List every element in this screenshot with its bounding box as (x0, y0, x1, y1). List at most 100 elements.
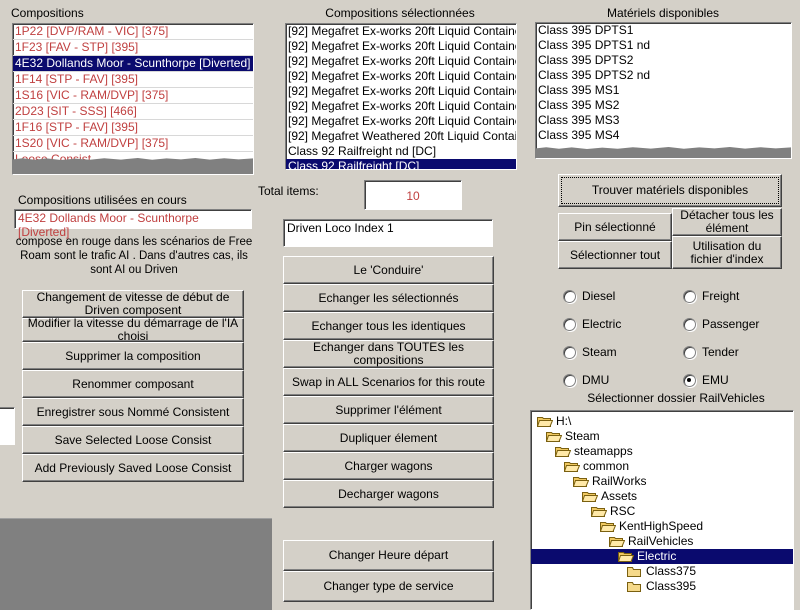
list-item[interactable]: Class 92 Railfreight [DC] (286, 159, 516, 169)
list-item[interactable]: Class 395 MS1 (536, 83, 791, 98)
total-items-value: 10 (406, 189, 420, 203)
radio-dot-icon (683, 345, 696, 359)
list-item[interactable]: 1S16 [VIC - RAM/DVP] [375] (13, 88, 253, 104)
center-schedule-button-0[interactable]: Changer Heure départ (283, 540, 494, 571)
radio-dot-icon (563, 289, 576, 303)
available-materials-listbox[interactable]: Class 395 DPTS1 Class 395 DPTS1 nd Class 3… (535, 22, 792, 159)
tree-node[interactable]: Class375 (531, 564, 793, 579)
compositions-listbox[interactable]: 1P22 [DVP/RAM - VIC] [375] 1F23 [FAV - ST… (12, 23, 254, 175)
center-button-group-secondary: Changer Heure départ Changer type de serv… (283, 540, 494, 602)
list-item[interactable]: 1F16 [STP - FAV] [395] (13, 120, 253, 136)
left-action-button-4[interactable]: Enregistrer sous Nommé Consistent (22, 398, 244, 426)
center-action-button-3[interactable]: Echanger dans TOUTES les compositions (283, 340, 494, 368)
list-item[interactable]: [92] Megafret Ex-works 20ft Liquid Conta… (286, 54, 516, 69)
folder-closed-icon (627, 565, 643, 578)
total-items-label: Total items: (258, 184, 319, 198)
list-item[interactable]: Class 395 MS3 (536, 113, 791, 128)
center-action-button-5[interactable]: Supprimer l'élément (283, 396, 494, 424)
radio-dmu[interactable]: DMU (563, 366, 683, 394)
center-action-button-4[interactable]: Swap in ALL Scenarios for this route (283, 368, 494, 396)
center-action-button-6[interactable]: Dupliquer élement (283, 424, 494, 452)
radio-electric[interactable]: Electric (563, 310, 683, 338)
list-item[interactable]: 1P22 [DVP/RAM - VIC] [375] (13, 24, 253, 40)
total-items-field: 10 (364, 180, 462, 210)
tree-node[interactable]: H:\ (531, 414, 793, 429)
available-materials-label: Matériels disponibles (606, 6, 720, 20)
tree-node[interactable]: RailWorks (531, 474, 793, 489)
find-available-materials-button[interactable]: Trouver matériels disponibles (558, 174, 782, 207)
tree-node-label: Steam (565, 429, 600, 443)
tree-node[interactable]: RailVehicles (531, 534, 793, 549)
left-action-button-5[interactable]: Save Selected Loose Consist (22, 426, 244, 454)
driven-loco-index-field[interactable]: Driven Loco Index 1 (283, 219, 493, 247)
list-item[interactable]: [92] Megafret Ex-works 20ft Liquid Conta… (286, 84, 516, 99)
list-item[interactable]: [92] Megafret Ex-works 20ft Liquid Conta… (286, 24, 516, 39)
left-action-button-0[interactable]: Changement de vitesse de début de Driven… (22, 290, 244, 318)
tree-node[interactable]: KentHighSpeed (531, 519, 793, 534)
radio-freight[interactable]: Freight (683, 282, 800, 310)
used-compositions-label: Compositions utilisées en cours (18, 193, 187, 207)
pin-selected-button[interactable]: Pin sélectionné (558, 213, 672, 241)
list-item[interactable]: [92] Megafret Ex-works 20ft Liquid Conta… (286, 99, 516, 114)
center-action-button-8[interactable]: Decharger wagons (283, 480, 494, 508)
list-item[interactable]: Class 395 MS4 (536, 128, 791, 143)
radio-label: Tender (702, 345, 739, 359)
list-item[interactable]: Class 395 DPTS1 (536, 23, 791, 38)
radio-tender[interactable]: Tender (683, 338, 800, 366)
tree-node[interactable]: RSC (531, 504, 793, 519)
list-item[interactable]: Class 395 DPTS2 nd (536, 68, 791, 83)
radio-dot-icon (563, 373, 576, 387)
list-item[interactable]: Class 395 MS2 (536, 98, 791, 113)
radio-emu[interactable]: EMU (683, 366, 800, 394)
left-action-button-1[interactable]: Modifier la vitesse du démarrage de l'IA… (22, 317, 244, 343)
list-item[interactable]: Class 395 DPTS1 nd (536, 38, 791, 53)
center-action-button-7[interactable]: Charger wagons (283, 452, 494, 480)
railvehicles-folder-tree[interactable]: H:\ Steam steamapps common RailWorks Assets RS… (530, 410, 794, 610)
list-item[interactable]: Class 92 Railfreight nd [DC] (286, 144, 516, 159)
left-action-button-6[interactable]: Add Previously Saved Loose Consist (22, 454, 244, 482)
left-action-button-2[interactable]: Supprimer la composition (22, 342, 244, 370)
tree-node-label: RailWorks (592, 474, 647, 488)
list-item[interactable]: 4E32 Dollands Moor - Scunthorpe [Diverte… (13, 56, 253, 72)
radio-passenger[interactable]: Passenger (683, 310, 800, 338)
used-composition-field[interactable]: 4E32 Dollands Moor - Scunthorpe [Diverte… (14, 209, 252, 239)
tree-node[interactable]: common (531, 459, 793, 474)
center-action-button-2[interactable]: Echanger tous les identiques (283, 312, 494, 340)
center-action-button-1[interactable]: Echanger les sélectionnés (283, 284, 494, 312)
tree-node[interactable]: Steam (531, 429, 793, 444)
list-item[interactable]: [92] Megafret Ex-works 20ft Liquid Conta… (286, 69, 516, 84)
tree-node-label: RailVehicles (628, 534, 694, 548)
tree-node-label: Class395 (646, 579, 697, 593)
compositions-panel-label: Compositions (11, 6, 84, 20)
center-schedule-button-1[interactable]: Changer type de service (283, 571, 494, 602)
tree-node-label: H:\ (556, 414, 572, 428)
selected-compositions-listbox[interactable]: [92] Megafret Ex-works 20ft Liquid Conta… (285, 23, 517, 170)
list-item[interactable]: [92] Megafret Ex-works 20ft Liquid Conta… (286, 114, 516, 129)
list-item[interactable]: 2D23 [SIT - SSS] [466] (13, 104, 253, 120)
list-item[interactable]: 1F14 [STP - FAV] [395] (13, 72, 253, 88)
list-fade-overlay (13, 160, 253, 174)
edge-text-field[interactable] (0, 407, 15, 445)
select-all-button[interactable]: Sélectionner tout (558, 241, 672, 269)
center-action-button-0[interactable]: Le 'Conduire' (283, 256, 494, 284)
list-item[interactable]: [92] Megafret Weathered 20ft Liquid Cont… (286, 129, 516, 144)
use-index-file-button[interactable]: Utilisation du fichier d'index (672, 236, 782, 269)
detach-all-elements-button[interactable]: Détacher tous les élément (672, 208, 782, 236)
list-item[interactable]: 1S20 [VIC - RAM/DVP] [375] (13, 136, 253, 152)
tree-node[interactable]: steamapps (531, 444, 793, 459)
tree-node[interactable]: Assets (531, 489, 793, 504)
radio-label: Diesel (582, 289, 616, 303)
list-item[interactable]: Class 395 DPTS2 (536, 53, 791, 68)
tree-node-label: RSC (610, 504, 636, 518)
tree-node[interactable]: Electric (531, 549, 793, 564)
folder-open-icon (546, 430, 562, 443)
radio-diesel[interactable]: Diesel (563, 282, 683, 310)
left-action-button-3[interactable]: Renommer composant (22, 370, 244, 398)
tree-node-label: common (583, 459, 630, 473)
radio-label: Passenger (702, 317, 760, 331)
tree-node[interactable]: Class395 (531, 579, 793, 594)
folder-open-icon (591, 505, 607, 518)
radio-steam[interactable]: Steam (563, 338, 683, 366)
list-item[interactable]: 1F23 [FAV - STP] [395] (13, 40, 253, 56)
list-item[interactable]: [92] Megafret Ex-works 20ft Liquid Conta… (286, 39, 516, 54)
